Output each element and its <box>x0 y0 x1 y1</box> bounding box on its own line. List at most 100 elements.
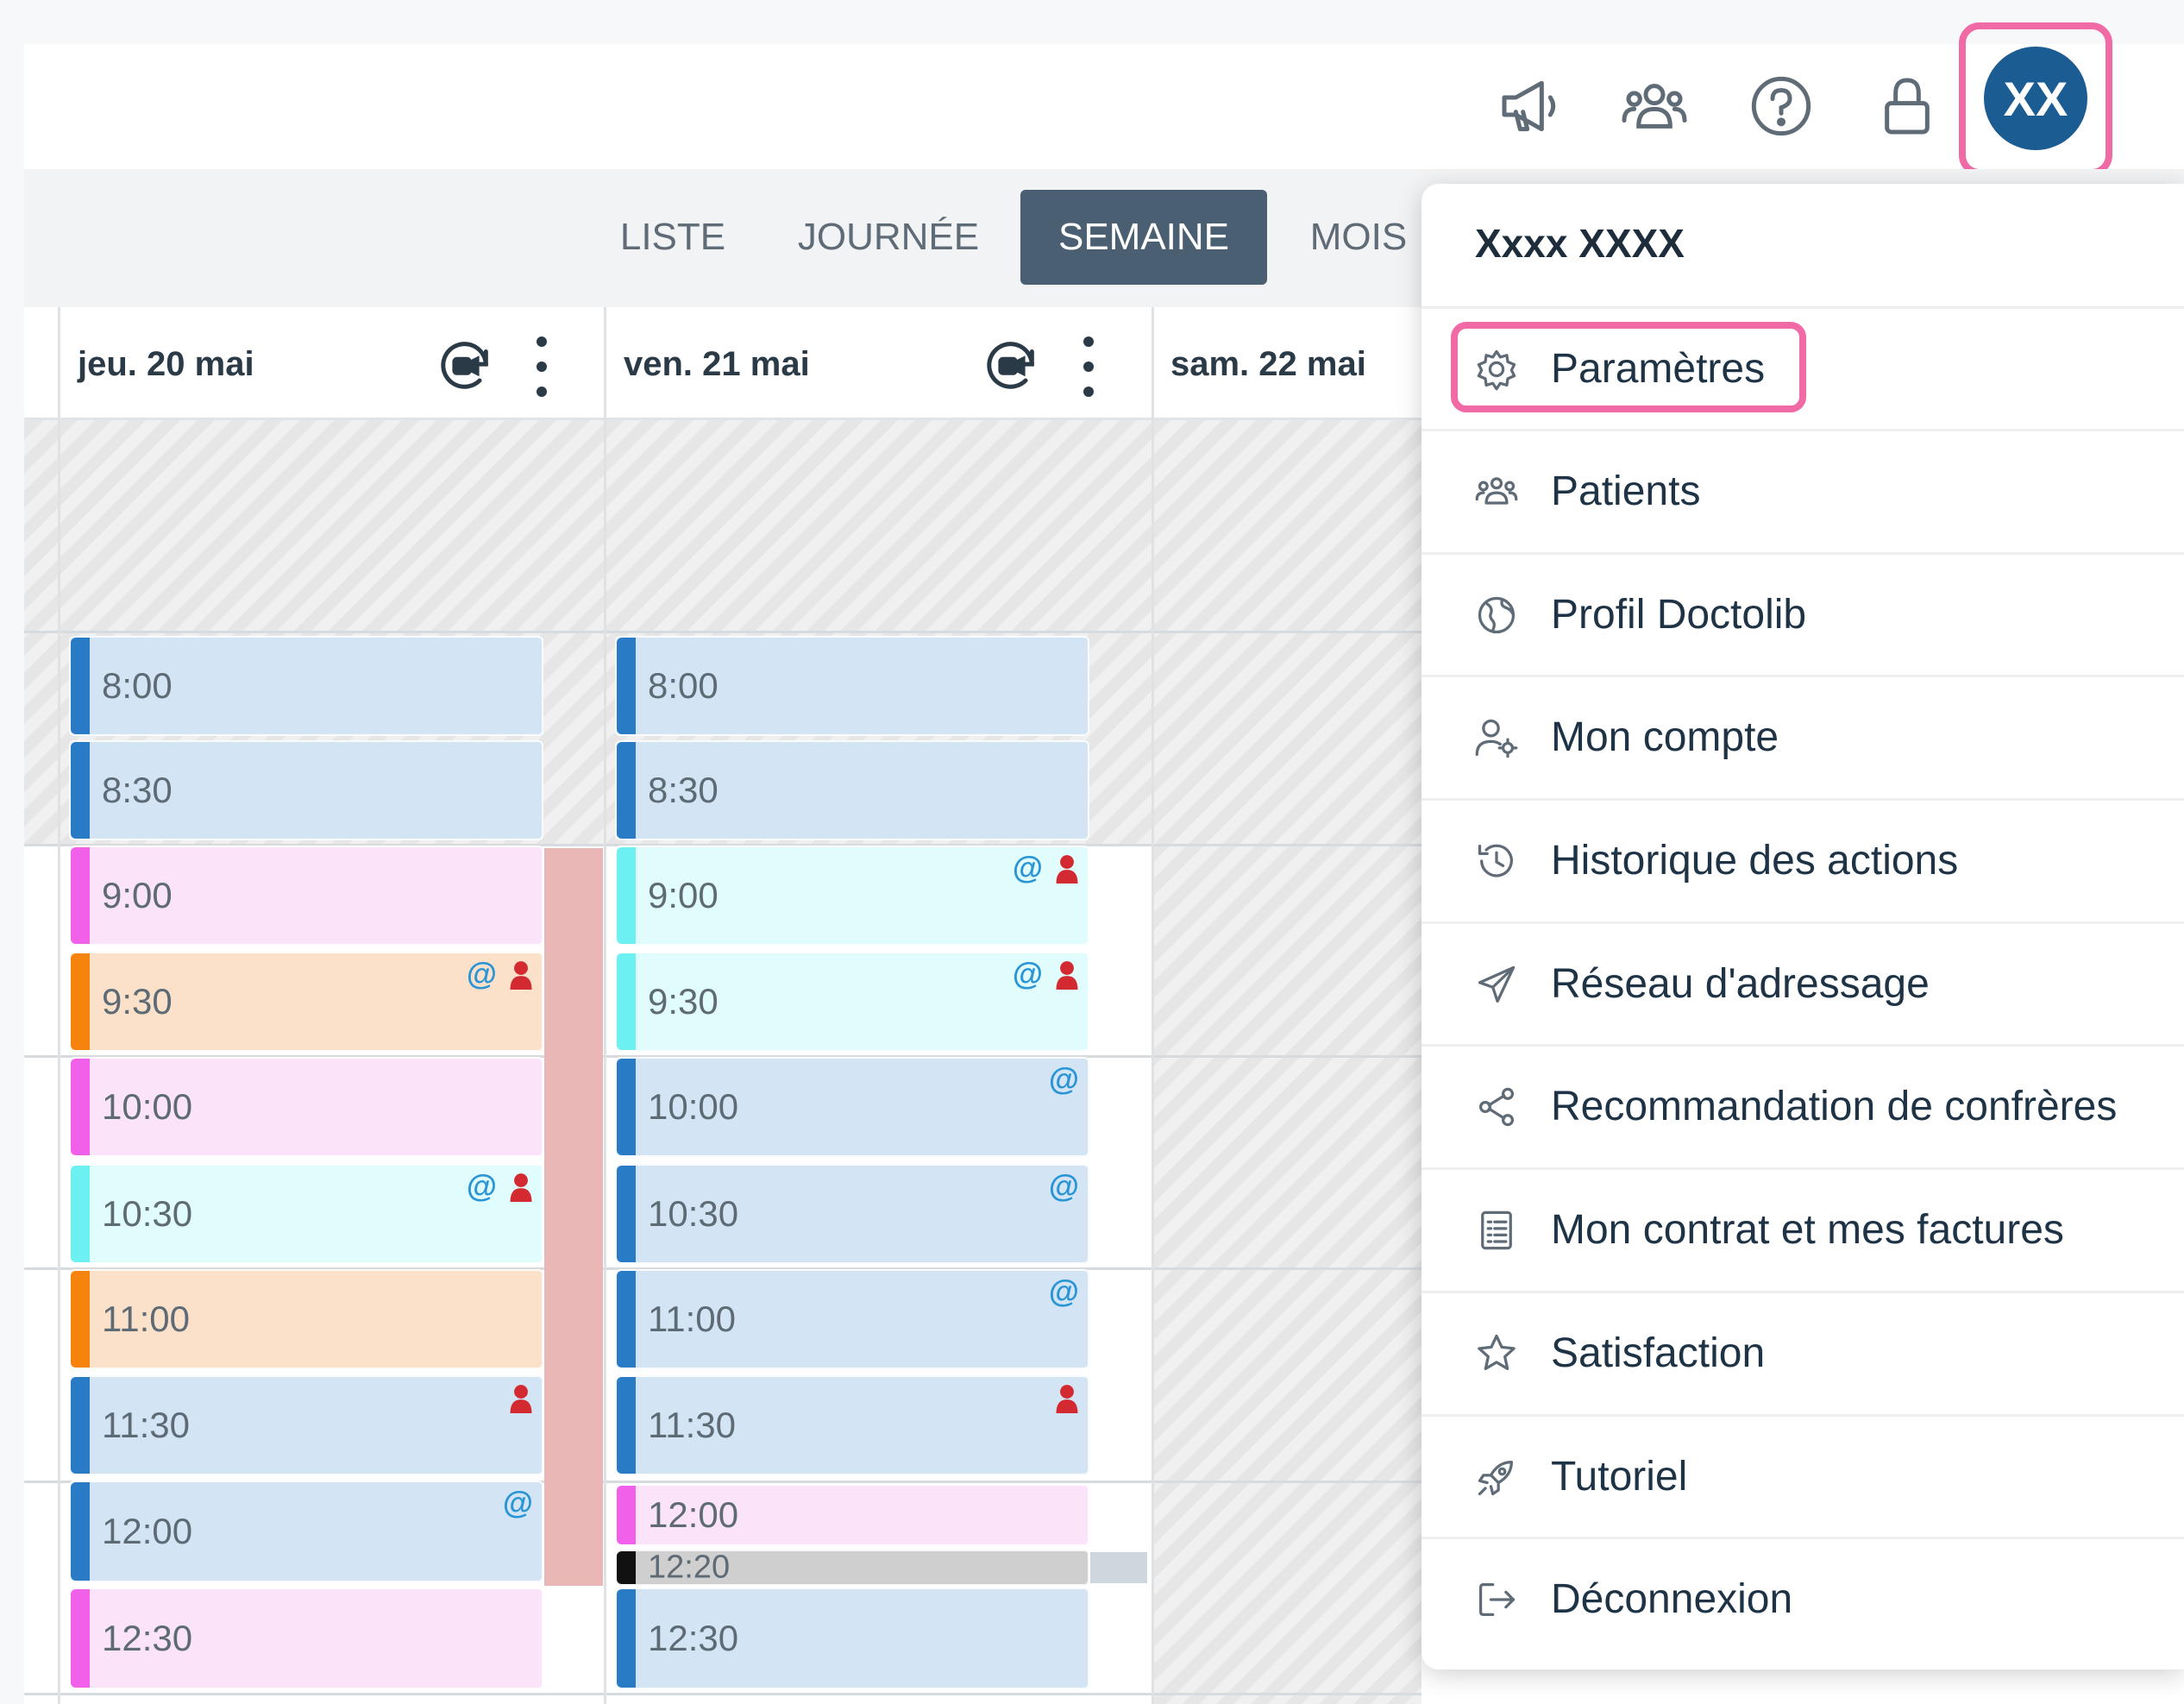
unavailable-strip <box>544 848 603 1586</box>
slot-color-bar <box>617 1486 636 1544</box>
menu-item-globe[interactable]: Profil Doctolib <box>1421 553 2184 676</box>
video-refresh-icon[interactable] <box>982 336 1042 397</box>
slot-time: 9:30 <box>102 981 173 1022</box>
menu-item-contract[interactable]: Mon contrat et mes factures <box>1421 1168 2184 1292</box>
appointment-slot[interactable]: 11:30 <box>69 1375 543 1475</box>
slot-color-bar <box>617 1271 636 1368</box>
slot-time: 12:20 <box>648 1549 731 1586</box>
slot-time: 12:00 <box>648 1494 739 1535</box>
menu-item-logout[interactable]: Déconnexion <box>1421 1537 2184 1661</box>
history-icon <box>1469 833 1524 889</box>
user-settings-icon <box>1469 710 1524 765</box>
appointment-slot[interactable]: 12:30 <box>69 1588 543 1689</box>
slot-color-bar <box>617 953 636 1050</box>
appointment-slot[interactable]: 8:30 <box>615 740 1089 840</box>
online-booking-icon: @ <box>1048 1168 1079 1204</box>
menu-item-share[interactable]: Recommandation de confrères <box>1421 1045 2184 1168</box>
appointment-slot[interactable]: 9:00 @ <box>615 846 1089 946</box>
appointment-slot[interactable]: 9:00 <box>69 846 543 946</box>
menu-item-rocket[interactable]: Tutoriel <box>1421 1415 2184 1538</box>
appointment-slot[interactable]: 8:00 <box>615 636 1089 736</box>
patient-person-icon <box>1056 855 1078 883</box>
logout-icon <box>1469 1572 1524 1627</box>
appointment-slot[interactable]: 11:00 <box>69 1269 543 1369</box>
help-icon[interactable] <box>1740 65 1823 148</box>
tab-journee[interactable]: JOURNÉE <box>785 190 992 285</box>
slot-color-bar <box>71 1589 90 1688</box>
online-booking-icon: @ <box>1048 1273 1079 1309</box>
appointment-slot[interactable]: 10:30 @ <box>615 1164 1089 1264</box>
patient-person-icon <box>510 1385 532 1413</box>
top-header <box>24 44 2184 169</box>
online-booking-icon: @ <box>466 956 497 991</box>
appointment-slot[interactable]: 8:30 <box>69 740 543 840</box>
slot-color-bar <box>71 953 90 1050</box>
avatar[interactable]: XX <box>1984 47 2087 150</box>
menu-item-label: Historique des actions <box>1551 838 1959 883</box>
online-booking-icon: @ <box>1012 956 1043 991</box>
slot-time: 11:30 <box>102 1405 190 1445</box>
appointment-slot[interactable]: 11:30 <box>615 1375 1089 1475</box>
slot-color-bar <box>71 1271 90 1368</box>
appointment-slot[interactable]: 9:30 @ <box>69 952 543 1052</box>
appointment-slot[interactable]: 9:30 @ <box>615 952 1089 1052</box>
slot-time: 11:00 <box>648 1298 736 1339</box>
team-icon[interactable] <box>1613 65 1696 148</box>
menu-item-history[interactable]: Historique des actions <box>1421 799 2184 922</box>
slot-time: 10:30 <box>102 1193 193 1234</box>
more-vertical-icon[interactable] <box>1078 336 1099 397</box>
closed-hours-area <box>1153 633 1421 1704</box>
appointment-slot[interactable]: 12:30 <box>615 1588 1089 1689</box>
slot-time: 10:30 <box>648 1193 739 1234</box>
menu-user-name: Xxxx XXXX <box>1475 221 1685 266</box>
menu-item-label: Déconnexion <box>1551 1576 1793 1622</box>
appointment-slot[interactable]: 10:00 <box>69 1057 543 1157</box>
patient-person-icon <box>510 961 532 990</box>
slot-color-bar <box>617 638 636 734</box>
slot-color-bar <box>71 1377 90 1474</box>
slot-time: 9:30 <box>648 981 719 1022</box>
patient-person-icon <box>1056 961 1078 990</box>
appointment-slot[interactable]: 12:00 @ <box>69 1481 543 1582</box>
tab-mois[interactable]: MOIS <box>1294 190 1423 285</box>
menu-item-patients[interactable]: Patients <box>1421 430 2184 553</box>
patient-person-icon <box>1056 1385 1078 1413</box>
slot-time: 12:30 <box>102 1618 193 1658</box>
appointment-slot[interactable]: 10:30 @ <box>69 1164 543 1264</box>
menu-item-paper-plane[interactable]: Réseau d'adressage <box>1421 922 2184 1046</box>
day-label-fri[interactable]: ven. 21 mai <box>624 345 810 384</box>
appointment-slot[interactable]: 11:00 @ <box>615 1269 1089 1369</box>
appointment-slot[interactable]: 10:00 @ <box>615 1057 1089 1157</box>
slot-time: 8:00 <box>648 665 719 706</box>
tab-semaine[interactable]: SEMAINE <box>1020 190 1267 285</box>
parametres-highlight <box>1451 322 1806 412</box>
online-booking-icon: @ <box>502 1485 533 1520</box>
appointment-slot[interactable]: 8:00 <box>69 636 543 736</box>
slot-time: 12:30 <box>648 1618 739 1658</box>
menu-item-label: Recommandation de confrères <box>1551 1084 2118 1129</box>
menu-item-label: Mon compte <box>1551 714 1779 760</box>
more-vertical-icon[interactable] <box>531 336 552 397</box>
video-refresh-icon[interactable] <box>436 336 496 397</box>
star-icon <box>1469 1326 1524 1381</box>
day-label-sat[interactable]: sam. 22 mai <box>1170 345 1366 384</box>
menu-item-user-settings[interactable]: Mon compte <box>1421 676 2184 799</box>
slot-color-bar <box>617 1166 636 1262</box>
slot-time: 11:30 <box>648 1405 736 1445</box>
menu-item-label: Tutoriel <box>1551 1454 1688 1500</box>
megaphone-icon[interactable] <box>1489 65 1572 148</box>
slot-color-bar <box>617 1377 636 1474</box>
rocket-icon <box>1469 1449 1524 1505</box>
menu-item-label: Patients <box>1551 468 1701 514</box>
lock-icon[interactable] <box>1866 65 1949 148</box>
menu-item-star[interactable]: Satisfaction <box>1421 1292 2184 1415</box>
slot-time: 8:30 <box>648 770 719 810</box>
online-booking-icon: @ <box>1048 1061 1079 1097</box>
slot-time: 11:00 <box>102 1298 190 1339</box>
appointment-slot[interactable]: 12:00 <box>615 1484 1089 1546</box>
appointment-slot[interactable]: 12:20 <box>615 1550 1089 1586</box>
tab-liste[interactable]: LISTE <box>595 190 750 285</box>
slot-color-bar <box>71 1059 90 1155</box>
day-label-thu[interactable]: jeu. 20 mai <box>78 345 254 384</box>
share-icon <box>1469 1079 1524 1135</box>
